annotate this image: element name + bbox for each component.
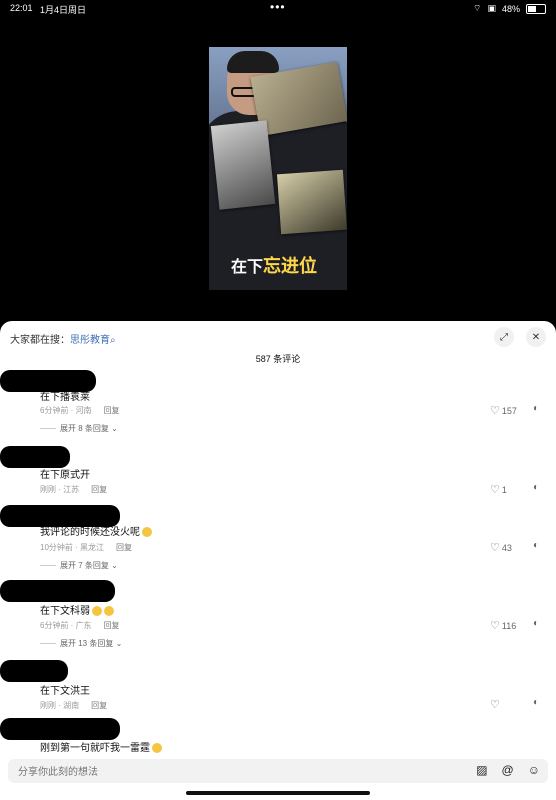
comment-text: 在下播袁莱 [40,392,90,403]
comment-count: 587 条评论 [255,354,301,364]
reply-button[interactable]: 回复 [91,485,107,494]
comment-time: 6分钟前 [40,621,69,630]
battery-percent: 48% [501,3,520,14]
comment-time: 6分钟前 [40,406,69,415]
expand-replies[interactable]: 展开 13 条回复 ⌄ [40,638,122,649]
comment-text-content: 我评论的时候还没火呢 [40,527,140,538]
comment-meta: 刚刚 · 江苏 回复 [40,485,108,494]
heart-icon: ♡ [490,542,500,554]
caption-prefix: 在下 [231,259,264,276]
like-button[interactable]: ♡ 43 [490,541,512,554]
like-button[interactable]: ♡ [490,698,502,711]
heart-icon: ♡ [490,405,500,417]
heart-icon: ♡ [490,484,500,496]
like-count: 157 [501,405,517,416]
expand-line [40,643,56,645]
comment-input[interactable] [16,763,400,781]
like-count: 1 [501,484,507,495]
dislike-icon[interactable]: ◐ [533,482,539,493]
like-button[interactable]: ♡ 1 [490,483,507,496]
redacted-user [0,446,70,468]
battery-icon [526,3,546,14]
comment-text: 刚到第一句就吓我一雷霆 [40,739,162,754]
like-count: 43 [501,542,512,553]
redacted-user [0,718,120,740]
person-hair [227,51,279,73]
historic-photo-officer [276,169,347,235]
expand-label: 展开 7 条回复 [60,561,109,570]
comment-text-content: 在下文科弱 [40,606,90,617]
search-hint[interactable]: 大家都在搜：思彤教育⌕ [10,331,116,346]
dizzy-emoji-icon [104,606,114,617]
comment-time: 刚刚 [40,485,56,494]
redacted-user [0,580,115,602]
input-icons: ▨ @ ☺ [476,763,540,777]
video-player[interactable]: 在下忘进位 [209,47,347,290]
expand-label: 展开 8 条回复 [60,424,109,433]
expand-replies[interactable]: 展开 8 条回复 ⌄ [40,423,118,434]
comment-time: 10分钟前 [40,543,73,552]
comment-meta: 6分钟前 · 河南 回复 [40,406,120,415]
comment-time: 刚刚 [40,701,56,710]
status-date: 1月4日周日 [40,5,87,15]
expand-line [40,565,56,567]
battery-fill [528,5,536,12]
heart-icon: ♡ [490,620,500,632]
dislike-icon[interactable]: ◐ [533,540,539,551]
lock-icon: ▣ [487,3,496,13]
grin-emoji-icon [152,743,162,754]
status-bar: 22:01 1月4日周日 ••• ⌔ ▣ 48% [0,0,556,18]
comment-text: 我评论的时候还没火呢 [40,523,152,538]
home-indicator[interactable] [186,791,370,795]
like-count: 116 [501,620,517,631]
comment-meta: 6分钟前 · 广东 回复 [40,621,120,630]
reply-button[interactable]: 回复 [104,621,120,630]
emoji-icon[interactable]: ☺ [528,763,540,777]
status-time: 22:01 [10,3,33,13]
dizzy-emoji-icon [92,606,102,617]
comment-location: 湖南 [63,701,80,710]
image-icon[interactable]: ▨ [476,763,487,777]
dislike-icon[interactable]: ◐ [533,697,539,708]
comment-text: 在下文科弱 [40,602,114,617]
reply-button[interactable]: 回复 [116,543,132,552]
heart-icon: ♡ [490,699,500,711]
comment-location: 江苏 [63,485,80,494]
caption-highlight: 忘进位 [263,256,318,276]
expand-replies[interactable]: 展开 7 条回复 ⌄ [40,560,118,571]
expand-line [40,428,56,430]
reply-button[interactable]: 回复 [104,406,120,415]
close-icon[interactable]: ✕ [526,327,546,347]
at-icon[interactable]: @ [502,763,514,777]
panel-top-icons: ⤢ ✕ [494,327,546,347]
historic-photo-soldier [210,120,276,210]
like-button[interactable]: ♡ 157 [490,404,517,417]
search-term[interactable]: 思彤教育 [70,335,110,346]
comment-text-content: 刚到第一句就吓我一雷霆 [40,743,150,754]
more-dots-icon[interactable]: ••• [270,0,286,14]
comment-location: 广东 [75,621,92,630]
magnifier-icon: ⌕ [110,335,116,346]
search-prefix: 大家都在搜： [10,335,70,346]
comment-text: 在下原式开 [40,470,90,481]
status-right: ⌔ ▣ 48% [473,3,546,14]
comment-meta: 刚刚 · 湖南 回复 [40,701,108,710]
comment-text: 在下文洪王 [40,686,90,697]
comment-location: 黑龙江 [80,543,105,552]
like-button[interactable]: ♡ 116 [490,619,516,632]
comment-input-bar: ▨ @ ☺ [8,759,548,783]
expand-icon[interactable]: ⤢ [494,327,514,347]
laughing-emoji-icon [142,527,152,538]
reply-button[interactable]: 回复 [91,701,107,710]
wifi-icon: ⌔ [473,3,482,13]
expand-label: 展开 13 条回复 [60,639,114,648]
comment-location: 河南 [75,406,92,415]
comment-meta: 10分钟前 · 黑龙江 回复 [40,543,133,552]
dislike-icon[interactable]: ◐ [533,403,539,414]
video-caption: 在下忘进位 [231,252,317,278]
redacted-user [0,660,68,682]
dislike-icon[interactable]: ◐ [533,618,539,629]
